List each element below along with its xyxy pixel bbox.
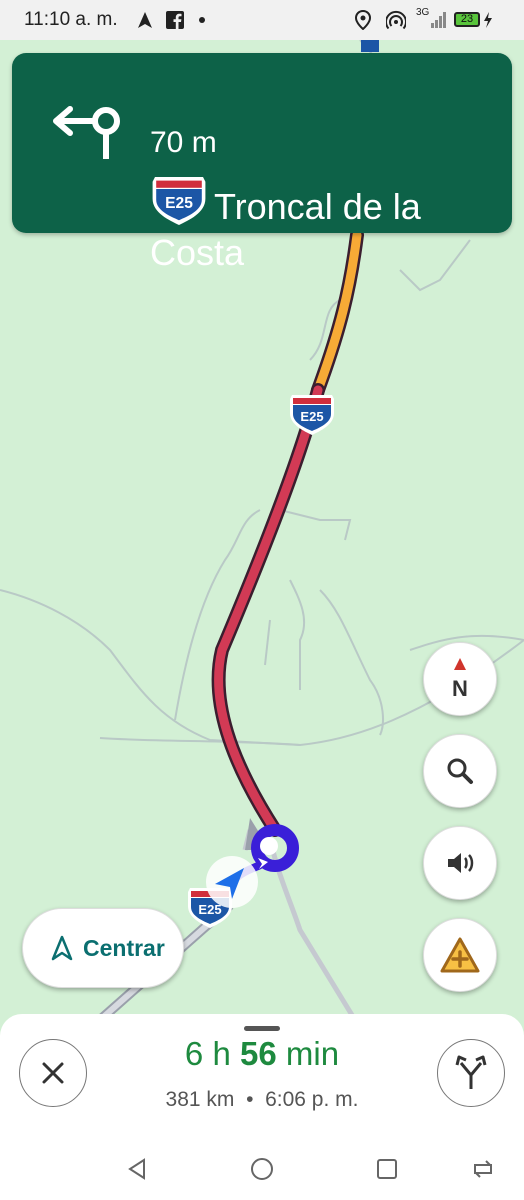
route-shield-banner: E25 <box>152 177 206 225</box>
search-icon <box>447 758 473 784</box>
facebook-icon <box>166 10 184 30</box>
exit-navigation-button[interactable] <box>19 1039 87 1107</box>
hotspot-icon <box>386 10 406 30</box>
alternate-routes-icon <box>455 1055 487 1089</box>
alternate-routes-button[interactable] <box>437 1039 505 1107</box>
svg-text:N: N <box>452 676 468 701</box>
back-icon[interactable] <box>122 1154 152 1184</box>
battery-level: 23 <box>454 12 480 27</box>
dot-icon <box>198 10 206 30</box>
svg-text:E25: E25 <box>165 195 193 212</box>
compass-button[interactable]: N <box>423 642 497 716</box>
trip-distance: 381 km <box>165 1088 235 1111</box>
eta-minutes: 56 <box>239 1035 277 1072</box>
navigation-banner[interactable]: 70 m E25 Troncal de la Costa <box>12 53 512 273</box>
recents-icon[interactable] <box>372 1154 402 1184</box>
navigation-arrow-icon <box>206 856 258 908</box>
arrival-time: 6:06 p. m. <box>265 1088 359 1111</box>
eta-hours-unit: h <box>212 1035 231 1072</box>
roundabout-turn-icon <box>50 97 126 169</box>
sheet-handle[interactable] <box>244 1026 280 1031</box>
navigation-status-icon <box>136 10 154 30</box>
route-shield-map-2-text: E25 <box>198 902 221 917</box>
search-button[interactable] <box>423 734 497 808</box>
recenter-arrow-icon <box>51 935 73 961</box>
route-shield-map-1-text: E25 <box>300 409 323 424</box>
report-incident-icon <box>440 937 480 973</box>
recenter-label: Centrar <box>83 934 165 961</box>
volume-button[interactable] <box>423 826 497 900</box>
eta-minutes-unit: min <box>285 1035 340 1072</box>
maneuver-street: E25 Troncal de la Costa <box>150 177 490 276</box>
compass-icon: N <box>452 658 468 701</box>
signal-icon <box>430 10 448 30</box>
eta-hours: 6 <box>184 1035 204 1072</box>
status-bar: 11:10 a. m. 3G 23 <box>0 0 524 40</box>
charging-icon <box>483 10 493 30</box>
eta-duration: 6 h 56 min <box>110 1034 414 1074</box>
recenter-button[interactable]: Centrar <box>22 908 184 988</box>
trip-separator: • <box>246 1088 254 1111</box>
report-incident-button[interactable] <box>423 918 497 992</box>
volume-icon <box>448 853 474 873</box>
home-icon[interactable] <box>247 1154 277 1184</box>
network-type: 3G <box>416 7 430 18</box>
trip-details: 381 km • 6:06 p. m. <box>110 1088 414 1112</box>
system-navigation-bar <box>0 1140 524 1200</box>
switch-apps-icon[interactable] <box>468 1154 498 1184</box>
maneuver-distance: 70 m <box>150 126 217 159</box>
location-icon <box>354 10 372 30</box>
close-icon <box>42 1062 64 1084</box>
status-time: 11:10 a. m. <box>24 9 118 30</box>
